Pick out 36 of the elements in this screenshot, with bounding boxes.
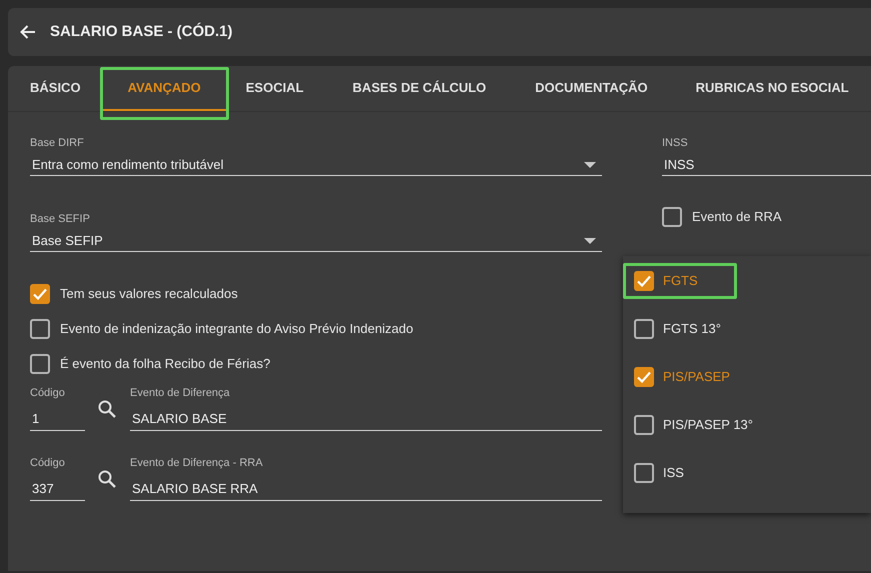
tab[interactable]: BASES DE CÁLCULO: [326, 66, 508, 111]
checkbox-label: Evento de indenização integrante do Aviso Prévio Indenizado: [60, 320, 414, 338]
checkbox[interactable]: [662, 207, 682, 227]
checkbox-label: Evento de RRA: [692, 208, 782, 226]
search-icon[interactable]: [97, 399, 117, 419]
dropdown-caret-icon: [584, 162, 596, 168]
tab[interactable]: RUBRICAS NO ESOCIAL: [670, 66, 871, 111]
event-field[interactable]: Evento de Diferença - RRA SALARIO BASE RRA: [130, 455, 602, 501]
code-field[interactable]: Código 1: [30, 385, 85, 431]
dropdown-caret-icon: [584, 238, 596, 244]
search-icon[interactable]: [97, 469, 117, 489]
menu-option[interactable]: FGTS 13°: [663, 319, 721, 339]
checkbox[interactable]: [30, 284, 50, 304]
tab[interactable]: DOCUMENTAÇÃO: [508, 66, 670, 111]
menu-option[interactable]: PIS/PASEP: [663, 367, 730, 387]
event-field[interactable]: Evento de Diferença SALARIO BASE: [130, 385, 602, 431]
select-field[interactable]: Base SEFIP Base SEFIP: [30, 210, 602, 252]
checkbox[interactable]: [634, 319, 654, 339]
checkbox[interactable]: [634, 271, 654, 291]
select-field[interactable]: Base DIRF Entra como rendimento tributável: [30, 134, 602, 176]
checkbox[interactable]: [634, 463, 654, 483]
checkbox[interactable]: [634, 367, 654, 387]
inss-field[interactable]: INSS INSS: [662, 134, 871, 176]
checkbox[interactable]: [634, 415, 654, 435]
checkbox-label: É evento da folha Recibo de Férias?: [60, 354, 270, 373]
tab[interactable]: ESOCIAL: [226, 66, 326, 111]
menu-option[interactable]: FGTS: [663, 271, 698, 291]
tab[interactable]: BÁSICO: [10, 66, 103, 111]
checkbox[interactable]: [30, 354, 50, 374]
menu-option[interactable]: PIS/PASEP 13°: [663, 415, 753, 435]
code-field[interactable]: Código 337: [30, 455, 85, 501]
page-title: SALARIO BASE - (CÓD.1): [50, 22, 233, 42]
menu-option[interactable]: ISS: [663, 463, 684, 483]
checkbox[interactable]: [30, 318, 50, 338]
tab[interactable]: AVANÇADO: [102, 66, 226, 111]
checkbox-label: Tem seus valores recalculados: [60, 284, 238, 303]
